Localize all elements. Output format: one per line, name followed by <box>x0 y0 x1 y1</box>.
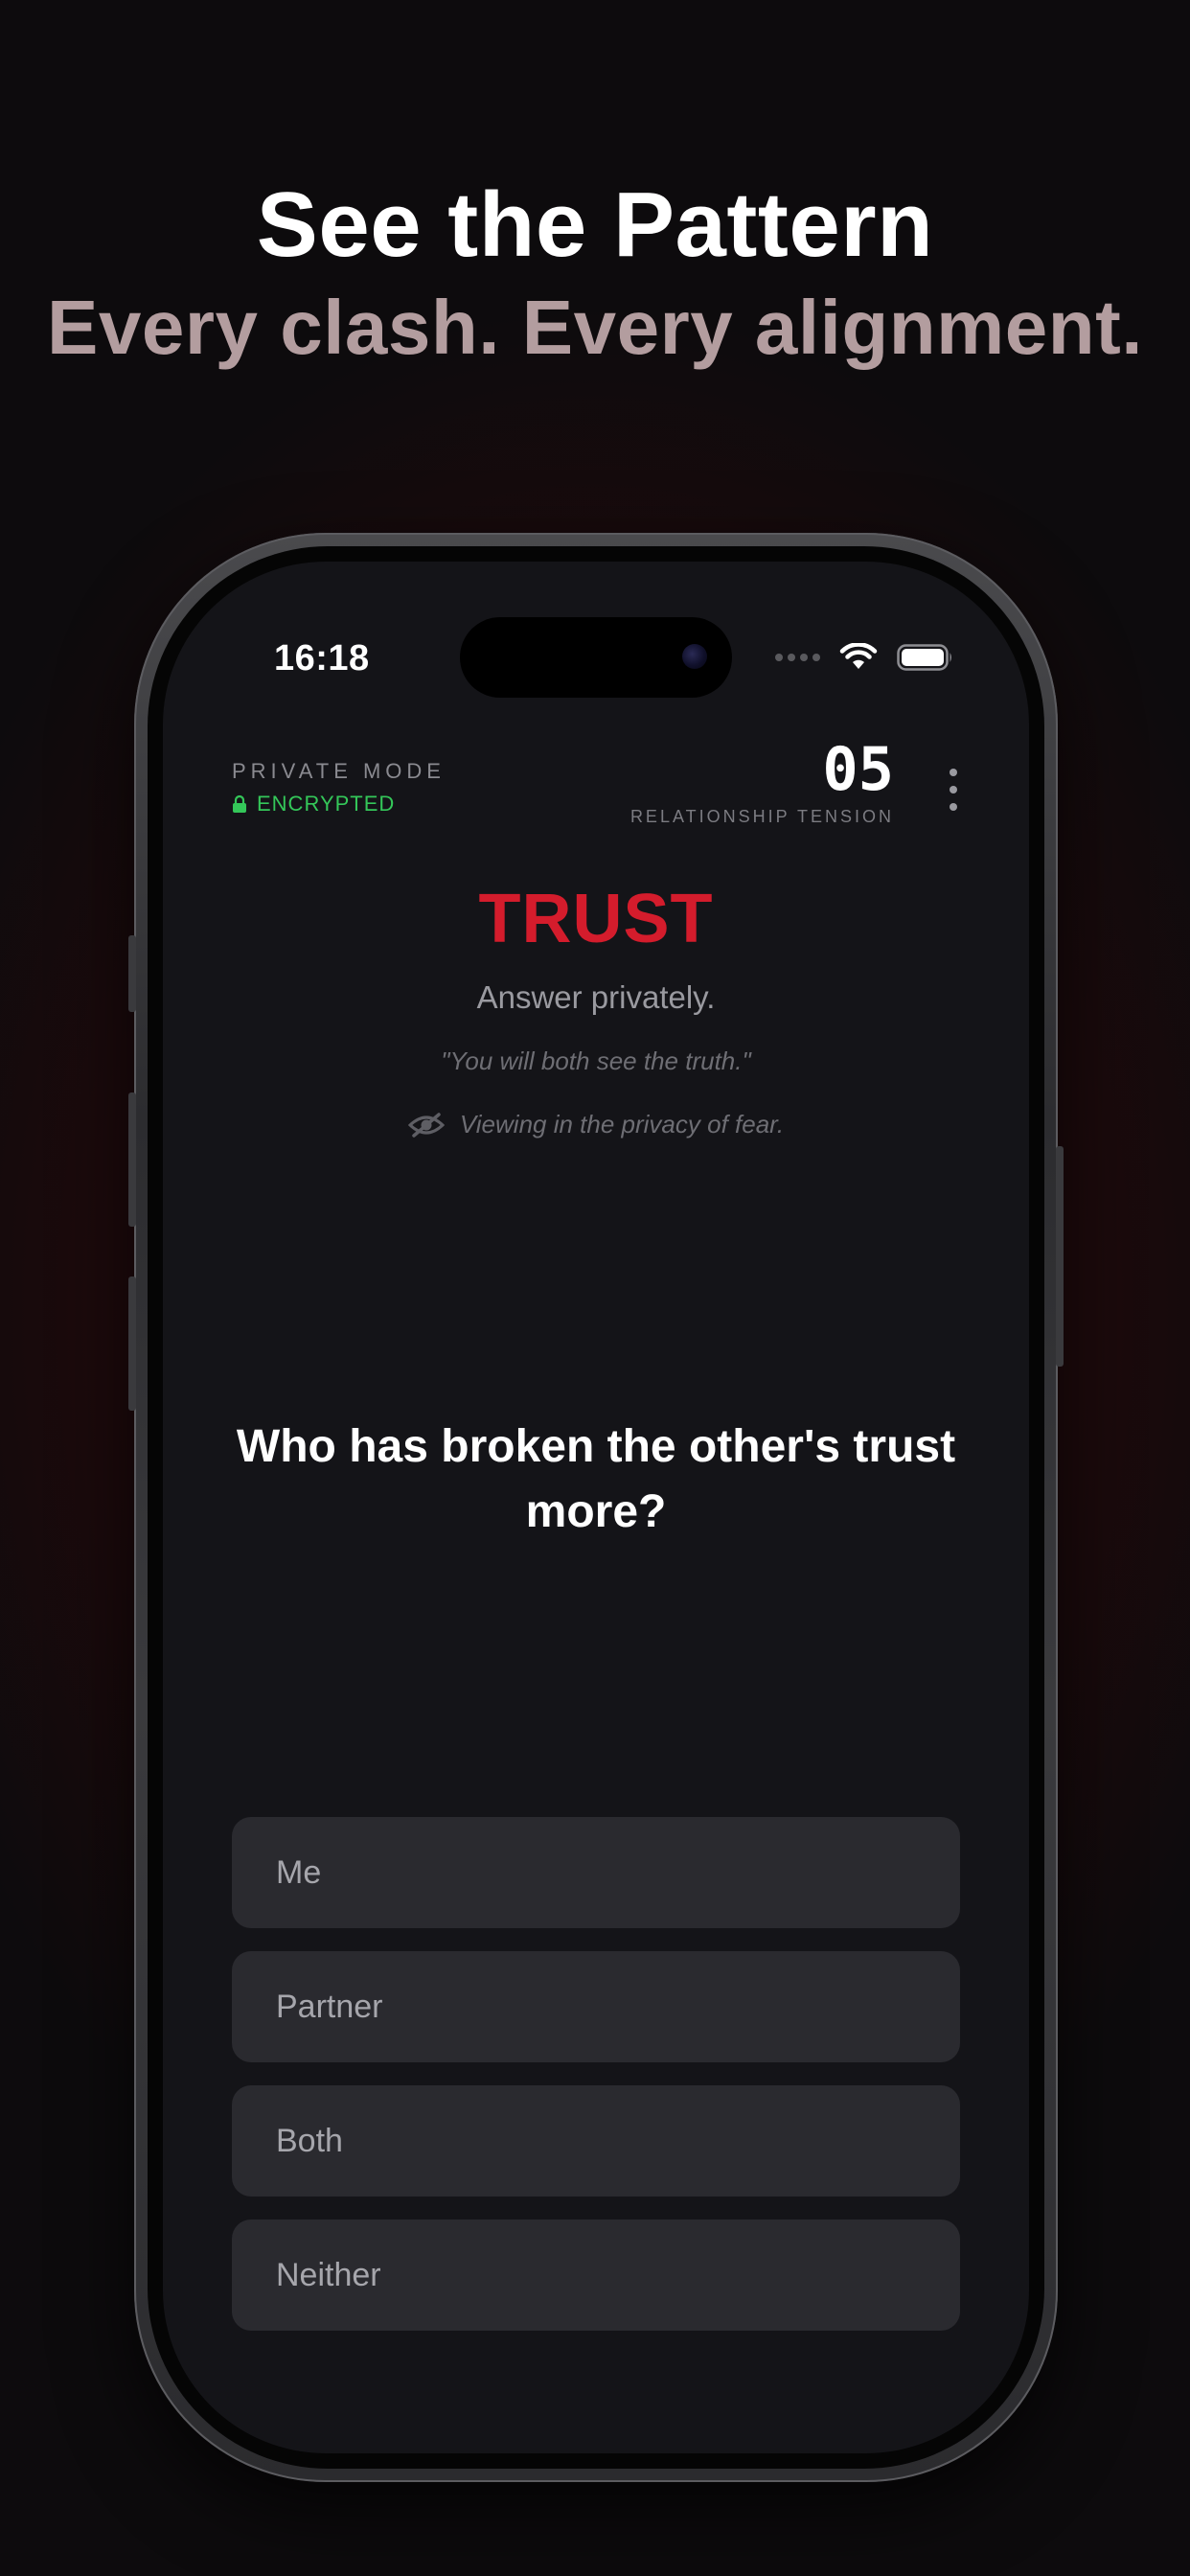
battery-icon <box>897 644 951 671</box>
answer-options: Me Partner Both Neither <box>232 1817 960 2331</box>
private-mode-label: PRIVATE MODE <box>232 759 446 783</box>
cellular-signal-icon <box>775 654 820 661</box>
promo-subheadline: Every clash. Every alignment. <box>47 285 1143 370</box>
lock-icon <box>233 794 246 813</box>
phone-frame: 16:18 PRIVATE MODE ENCRYPTED 05 RELATION… <box>128 533 1064 2482</box>
privacy-note-text: Viewing in the privacy of fear. <box>459 1110 785 1138</box>
option-both[interactable]: Both <box>232 2085 960 2196</box>
encrypted-label: ENCRYPTED <box>257 792 396 816</box>
volume-down-button <box>128 1276 136 1411</box>
eye-slash-icon <box>407 1112 445 1138</box>
question-category: TRUST <box>478 881 714 957</box>
option-me[interactable]: Me <box>232 1817 960 1928</box>
tension-score: 05 <box>822 734 894 804</box>
front-camera-icon <box>682 644 707 669</box>
answer-instruction: Answer privately. <box>476 979 716 1015</box>
dynamic-island <box>460 617 732 698</box>
tension-label: RELATIONSHIP TENSION <box>629 807 894 826</box>
option-partner[interactable]: Partner <box>232 1951 960 2062</box>
action-button <box>128 935 136 1012</box>
wifi-icon <box>839 643 878 669</box>
volume-up-button <box>128 1092 136 1227</box>
privacy-note: Viewing in the privacy of fear. <box>163 1110 1029 1139</box>
question-text: Who has broken the other's trust more? <box>236 1421 956 1537</box>
promo-headline: See the Pattern <box>256 173 934 276</box>
truth-quote: "You will both see the truth." <box>441 1046 751 1075</box>
more-vertical-icon <box>950 769 957 776</box>
option-neither[interactable]: Neither <box>232 2220 960 2331</box>
app-screen: 16:18 PRIVATE MODE ENCRYPTED 05 RELATION… <box>163 562 1029 2453</box>
status-indicators <box>775 638 954 677</box>
status-time: 16:18 <box>274 638 370 678</box>
encryption-status: ENCRYPTED <box>232 792 395 816</box>
power-button <box>1056 1146 1064 1367</box>
more-menu-button[interactable] <box>937 765 970 815</box>
